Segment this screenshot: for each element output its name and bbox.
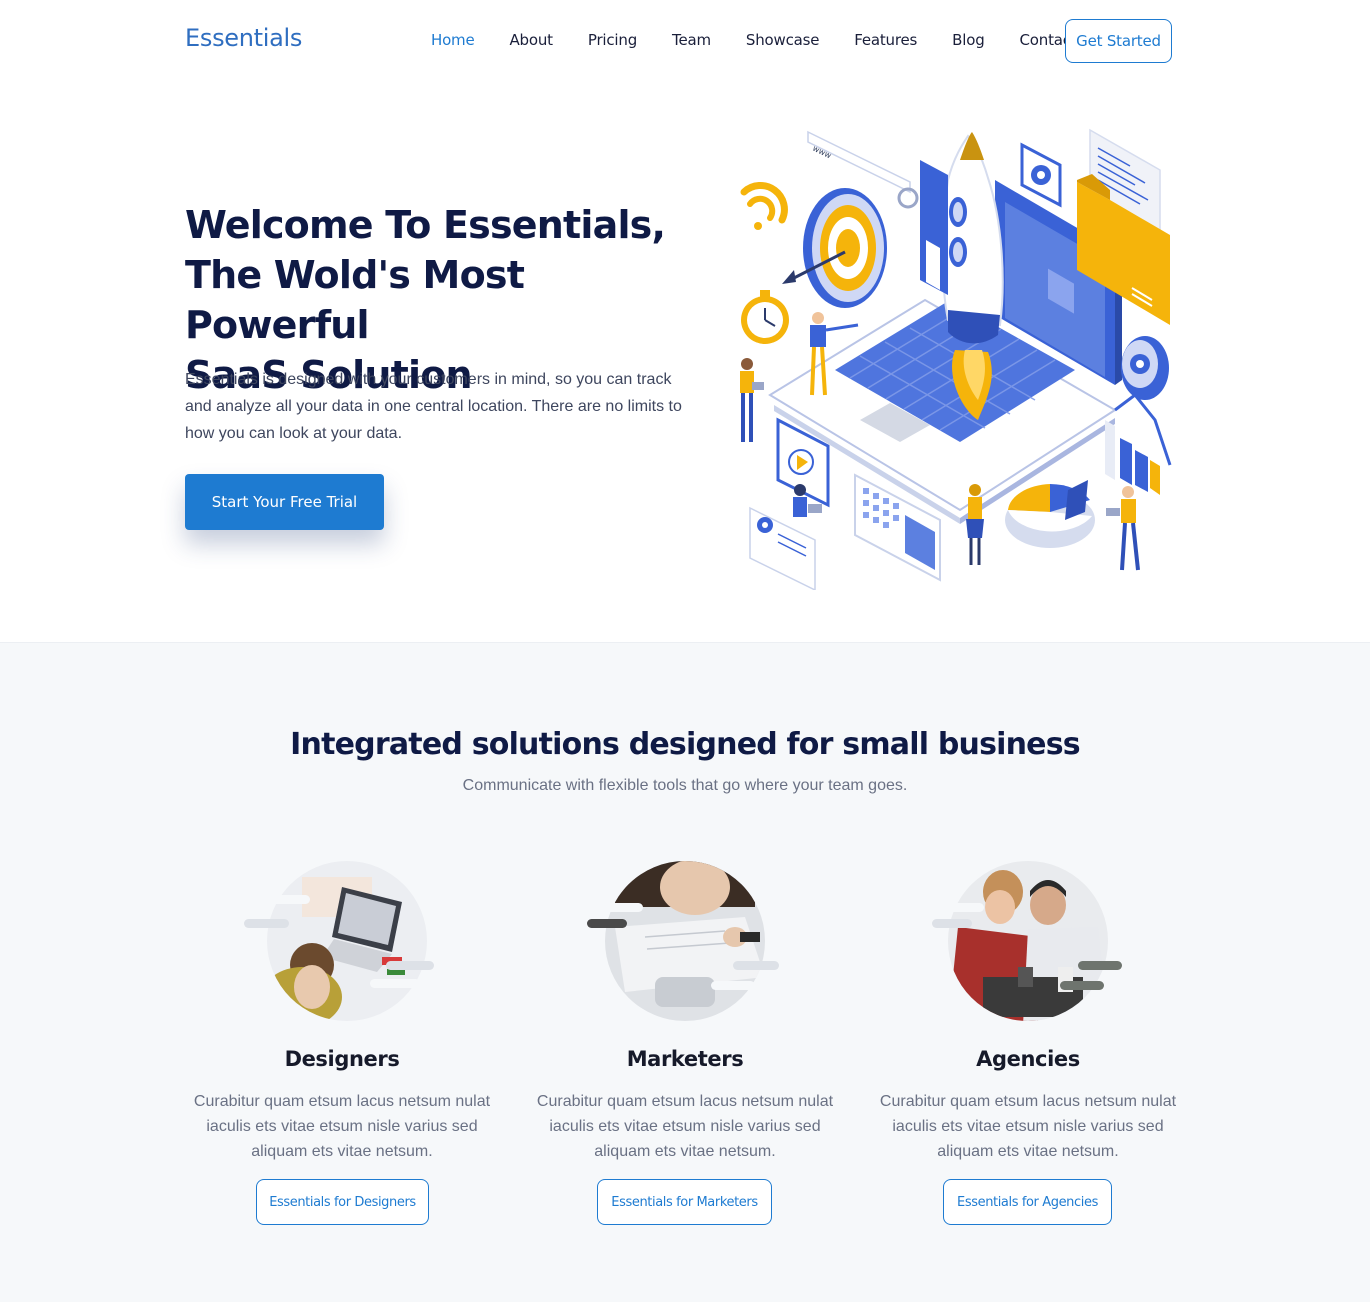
designers-photo — [244, 861, 434, 1021]
start-free-trial-button[interactable]: Start Your Free Trial — [185, 474, 384, 530]
solution-card-agencies: Agencies Curabitur quam etsum lacus nets… — [858, 849, 1198, 1239]
nav-item-team[interactable]: Team — [672, 31, 711, 49]
essentials-for-marketers-button[interactable]: Essentials for Marketers — [597, 1179, 772, 1225]
card-description: Curabitur quam etsum lacus netsum nulat … — [879, 1093, 1177, 1160]
wifi-icon — [740, 182, 788, 230]
hero-description: Essentials is designed with your custome… — [185, 371, 682, 442]
card-title: Designers — [284, 1047, 400, 1071]
nav-item-pricing[interactable]: Pricing — [588, 31, 637, 49]
solution-card-marketers: Marketers Curabitur quam etsum lacus net… — [515, 849, 855, 1239]
nav-item-about[interactable]: About — [510, 31, 554, 49]
marketers-photo — [587, 861, 779, 1021]
essentials-for-agencies-button[interactable]: Essentials for Agencies — [943, 1179, 1112, 1225]
agencies-photo — [932, 861, 1122, 1021]
brand-logo[interactable]: Essentials — [185, 24, 302, 52]
hero-title-line: Welcome To Essentials, — [185, 203, 666, 247]
card-description: Curabitur quam etsum lacus netsum nulat … — [193, 1093, 491, 1160]
nav-item-home[interactable]: Home — [431, 31, 475, 49]
target-icon — [782, 188, 887, 308]
location-pin-icon — [1121, 336, 1169, 400]
pie-chart-icon — [1005, 480, 1095, 548]
top-navigation: Essentials Home About Pricing Team Showc… — [0, 0, 1370, 84]
settings-document-icon — [749, 506, 816, 590]
person-figure — [740, 358, 764, 442]
card-title: Marketers — [626, 1047, 744, 1071]
solutions-section: Integrated solutions designed for small … — [0, 642, 1370, 1302]
card-title: Agencies — [976, 1047, 1080, 1071]
essentials-for-designers-button[interactable]: Essentials for Designers — [256, 1179, 429, 1225]
section-subtitle: Communicate with flexible tools that go … — [462, 777, 908, 794]
stopwatch-icon — [741, 290, 789, 344]
section-title: Integrated solutions designed for small … — [290, 727, 1080, 762]
card-description: Curabitur quam etsum lacus netsum nulat … — [536, 1093, 834, 1160]
nav-item-blog[interactable]: Blog — [952, 31, 985, 49]
main-menu: Home About Pricing Team Showcase Feature… — [431, 31, 1111, 49]
gear-card-icon — [1020, 142, 1062, 208]
get-started-button[interactable]: Get Started — [1065, 19, 1172, 63]
person-figure — [1106, 486, 1140, 571]
nav-item-showcase[interactable]: Showcase — [746, 31, 820, 49]
hero-illustration: www — [740, 128, 1172, 590]
solution-card-designers: Designers Curabitur quam etsum lacus net… — [172, 849, 512, 1239]
hero-title-line: The Wold's Most Powerful — [185, 253, 525, 347]
nav-item-features[interactable]: Features — [854, 31, 917, 49]
